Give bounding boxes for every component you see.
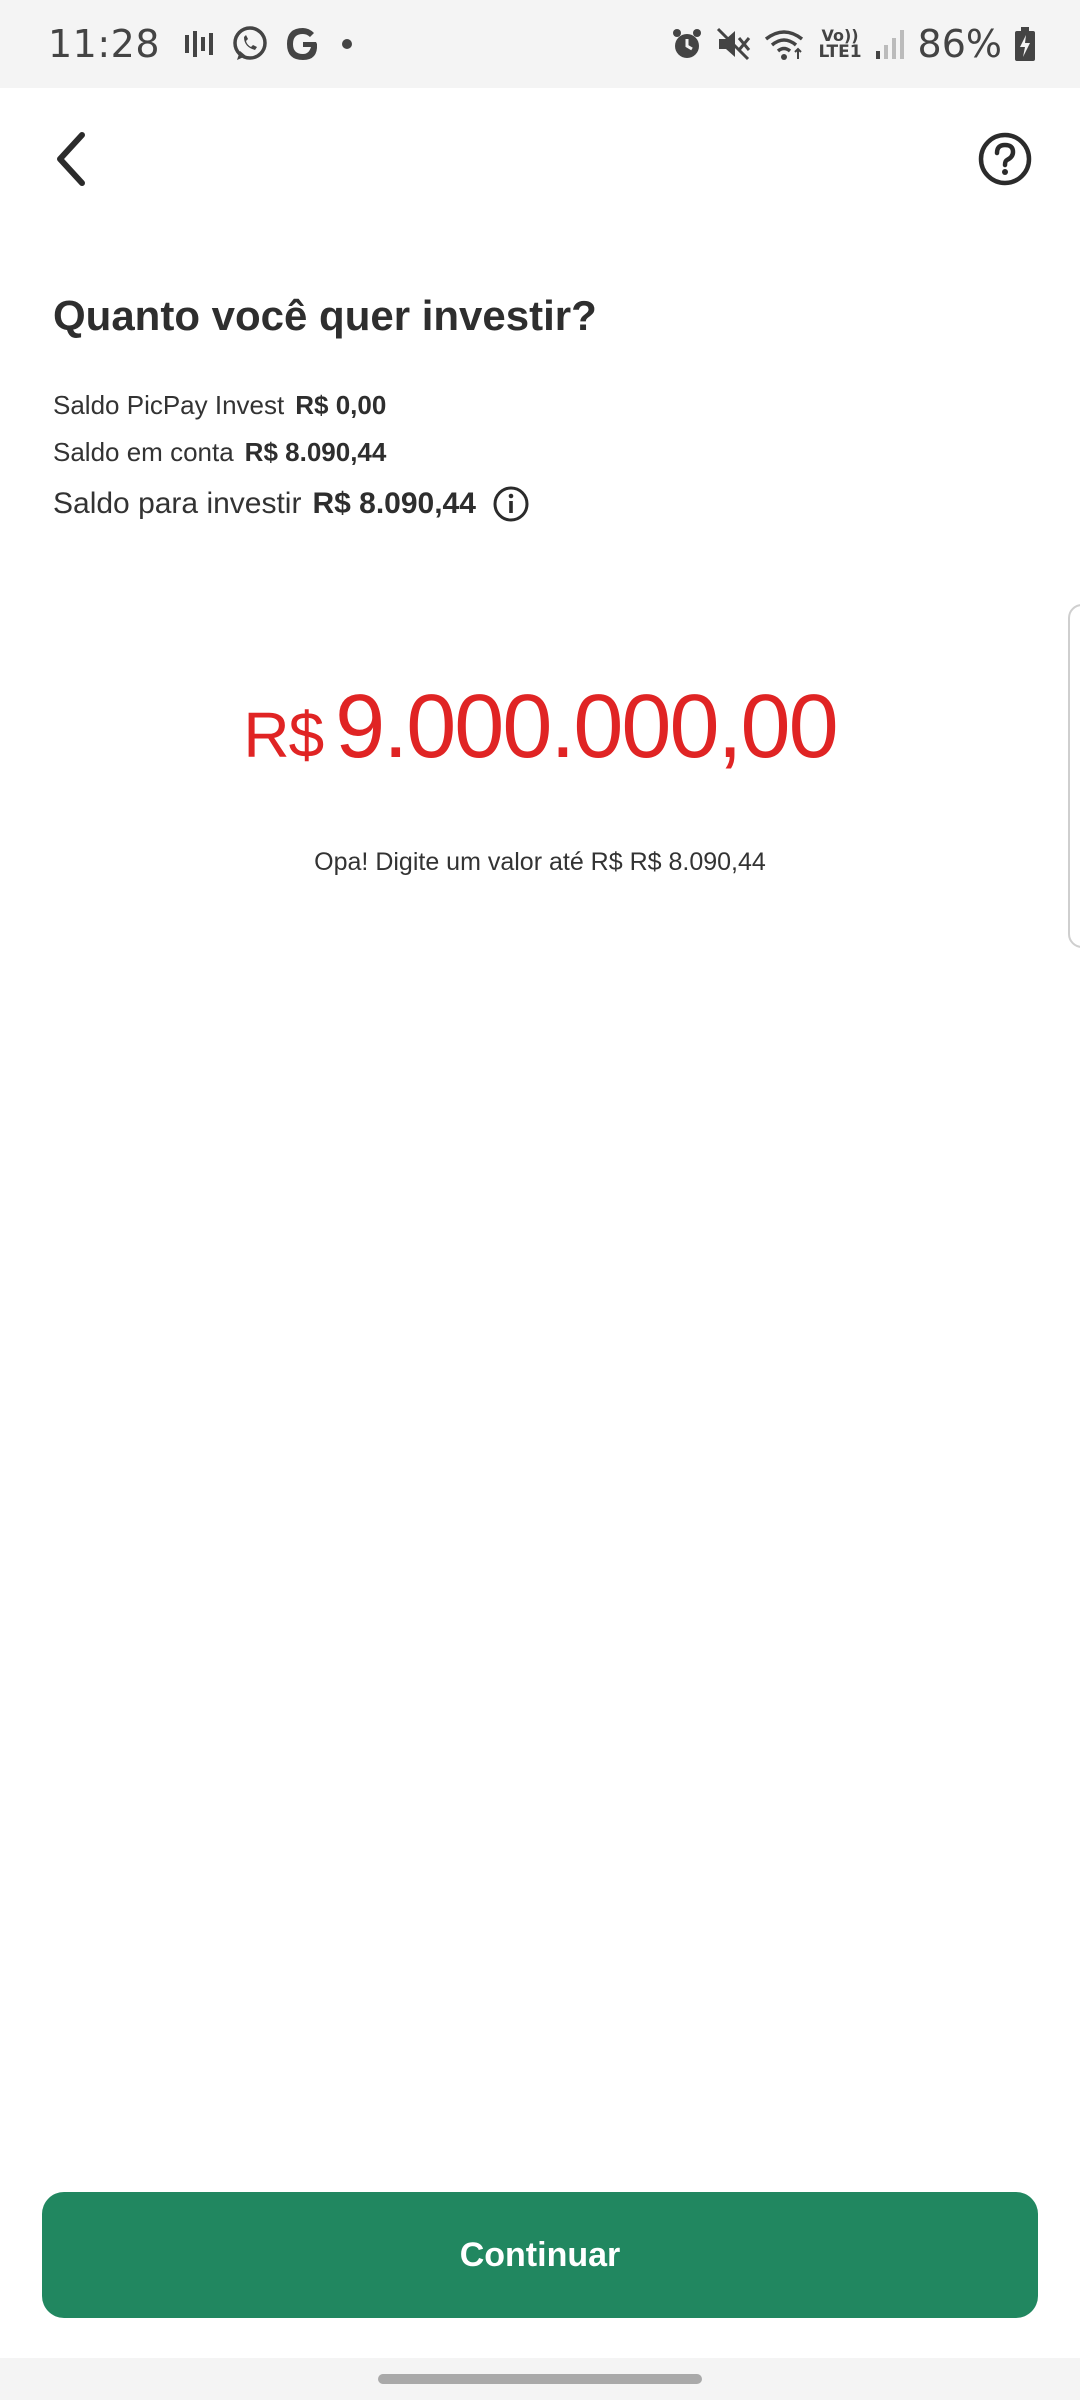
page-title: Quanto você quer investir? — [53, 292, 597, 339]
volte-icon: Vo)) LTE1 — [818, 27, 862, 62]
battery-icon — [1014, 26, 1036, 62]
mute-icon — [716, 27, 752, 61]
back-button[interactable] — [40, 126, 100, 196]
whatsapp-icon — [230, 24, 270, 64]
alarm-icon — [670, 27, 704, 61]
signal-icon — [874, 27, 906, 61]
balance-label: Saldo para investir — [53, 487, 302, 520]
balance-value: R$ 0,00 — [295, 390, 387, 420]
navigation-bar — [0, 2358, 1080, 2400]
amount-input[interactable]: R$ 9.000.000,00 — [0, 676, 1080, 779]
home-indicator[interactable] — [378, 2374, 702, 2384]
battery-percent: 86% — [917, 22, 1002, 66]
balance-to-invest: Saldo para investir R$ 8.090,44 — [53, 485, 530, 523]
volte-bottom-label: LTE1 — [818, 41, 862, 62]
status-right: Vo)) LTE1 86% — [670, 0, 1036, 88]
activity-icon — [182, 27, 216, 61]
balance-label: Saldo em conta — [53, 437, 234, 467]
google-icon — [284, 25, 322, 63]
amount-value: 9.000.000,00 — [335, 677, 838, 777]
info-icon[interactable] — [492, 485, 530, 523]
balance-value: R$ 8.090,44 — [312, 487, 476, 520]
continue-button[interactable]: Continuar — [42, 2192, 1038, 2318]
status-left: 11:28 — [48, 0, 358, 88]
wifi-icon — [764, 27, 806, 61]
help-button[interactable] — [972, 128, 1038, 194]
balance-account: Saldo em conta R$ 8.090,44 — [53, 437, 386, 468]
amount-currency: R$ — [243, 699, 324, 771]
dot-icon — [336, 33, 358, 55]
balance-value: R$ 8.090,44 — [244, 437, 387, 467]
status-time: 11:28 — [48, 22, 161, 66]
balance-label: Saldo PicPay Invest — [53, 390, 285, 420]
help-circle-icon — [977, 131, 1033, 192]
chevron-left-icon — [50, 129, 90, 194]
status-bar: 11:28 Vo)) LTE1 86% — [0, 0, 1080, 88]
error-message: Opa! Digite um valor até R$ R$ 8.090,44 — [314, 848, 766, 876]
balance-picpay-invest: Saldo PicPay Invest R$ 0,00 — [53, 390, 386, 421]
